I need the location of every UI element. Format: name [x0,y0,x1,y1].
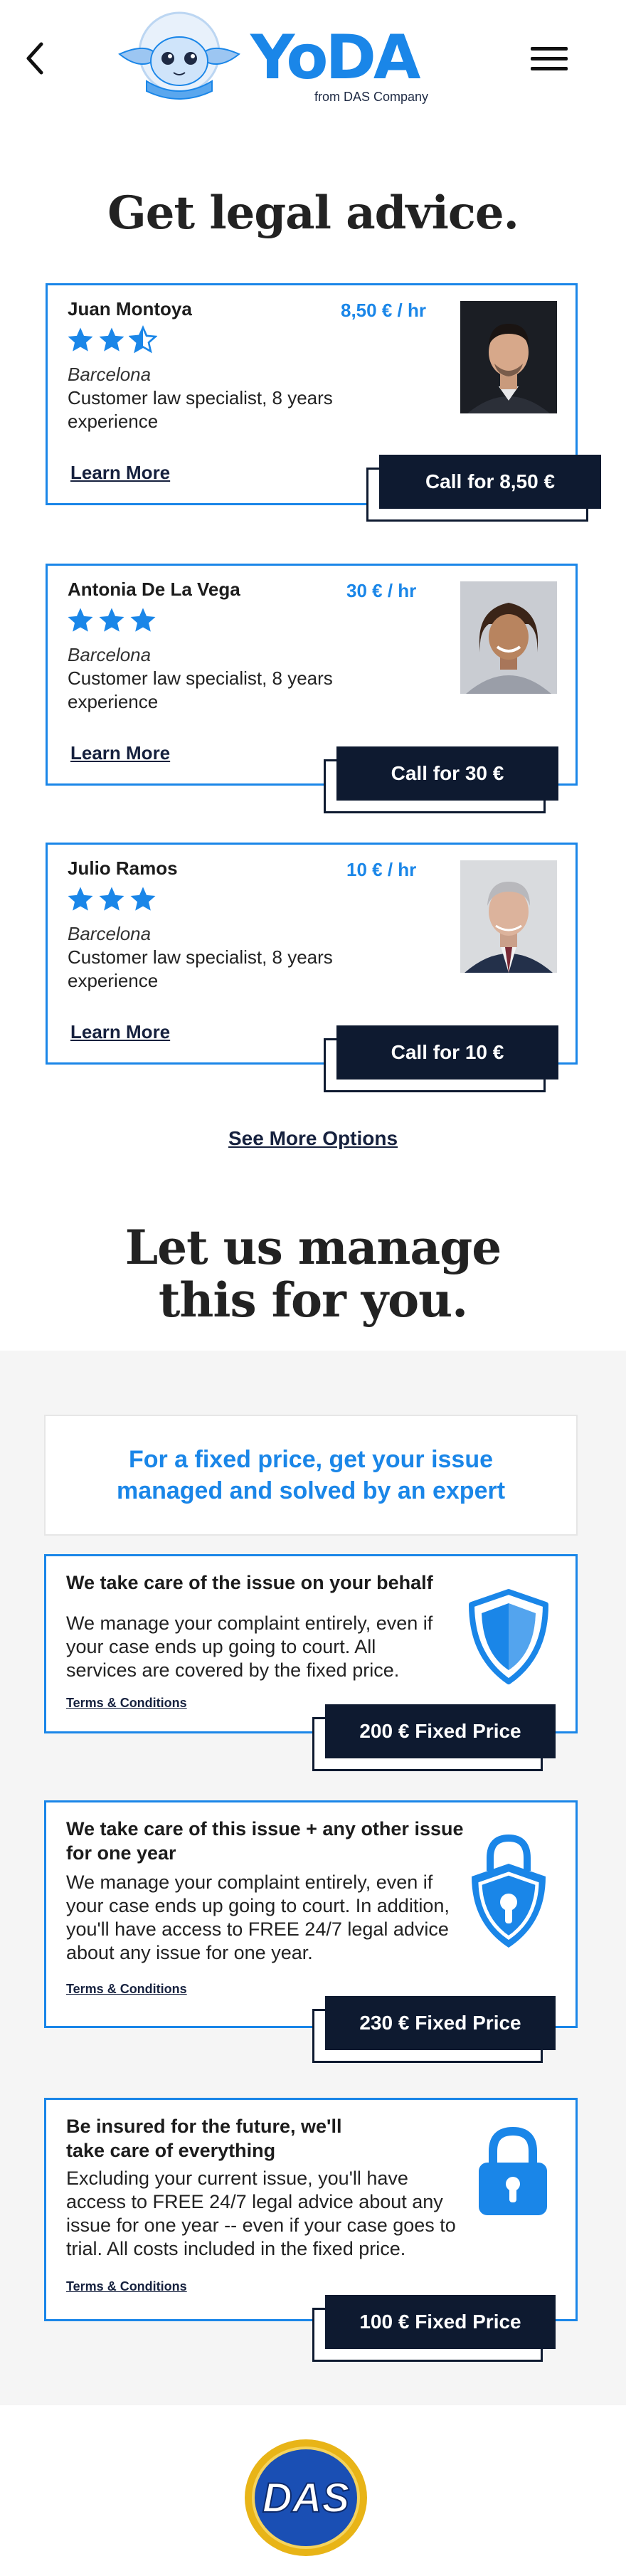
see-more-options-link[interactable]: See More Options [0,1127,626,1150]
fixed-price-button-wrap: 200 € Fixed Price [312,1704,556,1771]
plan-card: We take care of the issue on your behalf… [44,1554,578,1771]
fixed-price-promo: For a fixed price, get your issue manage… [44,1415,578,1536]
lawyer-card: Antonia De La Vega 30 € / hr Barcelona C… [46,564,578,813]
terms-link[interactable]: Terms & Conditions [66,2279,187,2294]
brand-subtitle: from DAS Company [314,90,429,104]
fixed-price-button-wrap: 100 € Fixed Price [312,2295,556,2362]
call-button[interactable]: Call for 30 € [336,746,558,801]
das-logo[interactable]: DAS [242,2437,370,2559]
call-button-wrap: Call for 30 € [324,746,558,813]
star-full-icon [99,327,124,352]
call-button-wrap: Call for 10 € [324,1025,558,1092]
title-line: Let us manage [124,1220,502,1275]
chevron-left-icon [26,42,43,75]
plan-title: We take care of the issue on your behalf [66,1572,433,1593]
promo-text: For a fixed price, get your issue manage… [116,1446,506,1504]
terms-link[interactable]: Terms & Conditions [66,1696,187,1711]
lawyer-rate: 30 € / hr [346,580,417,601]
learn-more-link[interactable]: Learn More [70,462,170,484]
star-full-icon [99,608,124,632]
das-logo-text: DAS [262,2475,350,2521]
call-button[interactable]: Call for 10 € [336,1025,558,1080]
lawyer-city: Barcelona [68,923,152,944]
plan-description: Excluding your current issue, you'll hav… [66,2168,456,2259]
star-full-icon [68,887,93,911]
fixed-price-button-wrap: 230 € Fixed Price [312,1996,556,2063]
plan-title: Be insured for the future, we'll take ca… [66,2116,342,2161]
brand-wordmark: YoDA [250,22,420,93]
manage-for-you-title: Let us manage this for you. [0,1221,626,1326]
plan-card: We take care of this issue + any other i… [44,1800,578,2063]
lawyer-card: Juan Montoya 8,50 € / hr Barcelona Custo… [46,283,601,522]
star-rating [66,885,157,913]
das-emblem-icon: DAS [245,2439,367,2556]
app-header: YoDA from DAS Company [0,0,626,121]
star-half-icon [129,325,157,354]
star-rating [66,606,157,634]
lawyer-description: Customer law specialist, 8 years experie… [68,667,333,712]
star-full-icon [68,608,93,632]
padlock-icon [479,2126,547,2215]
learn-more-link[interactable]: Learn More [70,742,170,764]
title-line: this for you. [158,1272,468,1328]
shield-icon [469,1589,548,1684]
star-rating [66,325,157,354]
fixed-price-button[interactable]: 200 € Fixed Price [325,1704,556,1758]
lawyer-photo [460,860,557,973]
lawyer-rate: 10 € / hr [346,859,417,880]
terms-link[interactable]: Terms & Conditions [66,1982,187,1997]
plan-card: Be insured for the future, we'll take ca… [44,2098,578,2362]
star-full-icon [130,887,156,911]
fixed-price-button[interactable]: 100 € Fixed Price [325,2295,556,2349]
lawyer-name: Antonia De La Vega [68,579,240,600]
lawyer-description: Customer law specialist, 8 years experie… [68,387,333,432]
yoda-logo[interactable]: YoDA from DAS Company [114,7,448,107]
star-full-icon [68,327,93,352]
call-button[interactable]: Call for 8,50 € [379,455,601,509]
lawyer-city: Barcelona [68,364,152,385]
shield-lock-icon [472,1834,546,1948]
lawyer-name: Juan Montoya [68,298,192,320]
back-button[interactable] [20,37,51,80]
lawyer-city: Barcelona [68,644,152,665]
star-full-icon [99,887,124,911]
legal-advice-title: Get legal advice. [107,186,519,240]
lawyer-description: Customer law specialist, 8 years experie… [68,946,333,991]
plan-description: We manage your complaint entirely, even … [66,1872,450,1963]
lawyer-photo [460,301,557,413]
lawyer-rate: 8,50 € / hr [341,300,426,321]
fixed-price-button[interactable]: 230 € Fixed Price [325,1996,556,2050]
baby-yoda-mascot-icon [118,11,240,100]
plan-title: We take care of this issue + any other i… [66,1818,464,1864]
star-full-icon [130,608,156,632]
hamburger-menu-button[interactable] [528,43,571,74]
call-button-wrap: Call for 8,50 € [366,455,601,522]
lawyer-photo [460,581,557,694]
plan-description: We manage your complaint entirely, even … [66,1612,433,1681]
hamburger-icon [531,47,568,70]
lawyer-card: Julio Ramos 10 € / hr Barcelona Customer… [46,843,578,1092]
learn-more-link[interactable]: Learn More [70,1021,170,1043]
lawyer-name: Julio Ramos [68,857,178,879]
